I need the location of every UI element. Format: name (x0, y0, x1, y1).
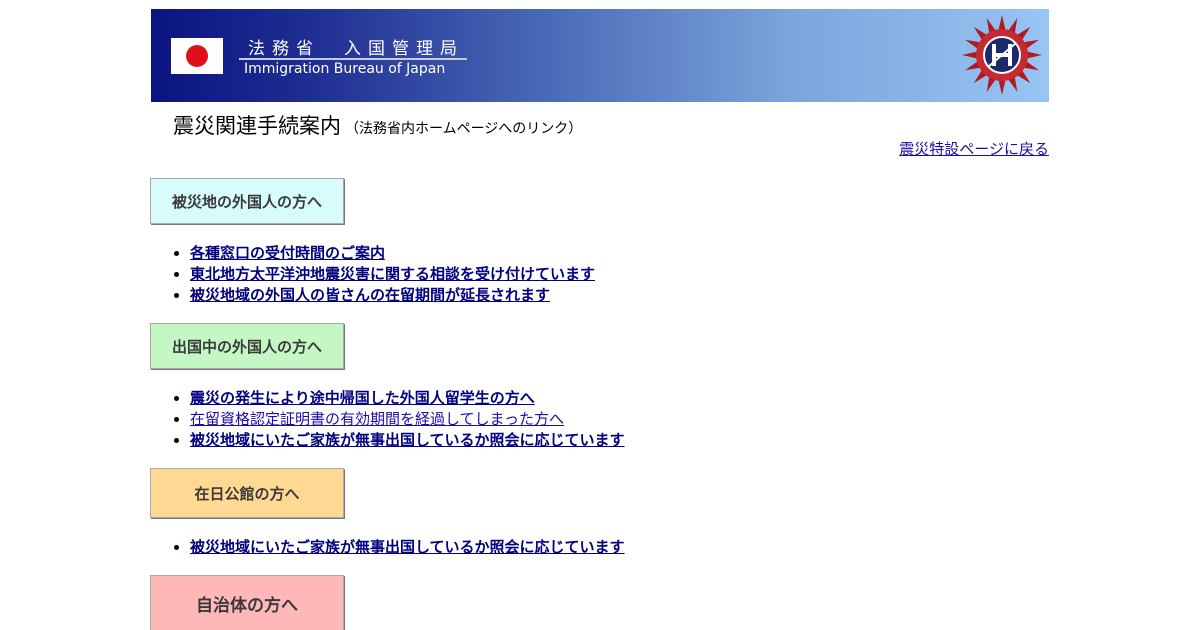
embassy-link-list: 被災地域にいたご家族が無事出国しているか照会に応じています (150, 537, 625, 558)
section-heading-embassies: 在日公館の方へ (150, 468, 344, 518)
immigration-emblem-icon (962, 15, 1042, 95)
section-heading-departed: 出国中の外国人の方へ (150, 323, 344, 369)
section-heading-local-governments: 自治体の方へ (150, 575, 344, 630)
returned-students-link[interactable]: 震災の発生により途中帰国した外国人留学生の方へ (190, 389, 535, 407)
expired-certificate-link[interactable]: 在留資格認定証明書の有効期間を経過してしまった方へ (190, 410, 564, 428)
page-title-text: 震災関連手続案内 (173, 114, 341, 138)
page-subtitle: （法務省内ホームページへのリンク） (345, 121, 583, 137)
back-to-special-page-link[interactable]: 震災特設ページに戻る (899, 138, 1049, 159)
section-heading-disaster-area: 被災地の外国人の方へ (150, 178, 344, 224)
agency-name-en: Immigration Bureau of Japan (244, 61, 446, 77)
page: 法務省 入国管理局 Immigration Bureau of Japan 震災… (0, 0, 1200, 630)
disaster-area-link-list: 各種窓口の受付時間のご案内 東北地方太平洋沖地震災害に関する相談を受け付けていま… (150, 243, 595, 306)
agency-name-ja: 法務省 入国管理局 (248, 39, 464, 59)
list-item: 在留資格認定証明書の有効期間を経過してしまった方へ (190, 409, 625, 430)
stay-extension-link[interactable]: 被災地域の外国人の皆さんの在留期間が延長されます (190, 286, 550, 304)
family-departure-inquiry-link[interactable]: 被災地域にいたご家族が無事出国しているか照会に応じています (190, 431, 625, 449)
list-item: 被災地域にいたご家族が無事出国しているか照会に応じています (190, 537, 625, 558)
list-item: 被災地域の外国人の皆さんの在留期間が延長されます (190, 285, 595, 306)
flag-sun (186, 45, 208, 67)
departed-link-list: 震災の発生により途中帰国した外国人留学生の方へ 在留資格認定証明書の有効期間を経… (150, 388, 625, 451)
list-item: 被災地域にいたご家族が無事出国しているか照会に応じています (190, 430, 625, 451)
japan-flag-icon (171, 38, 223, 74)
agency-divider (239, 58, 467, 60)
consultation-link[interactable]: 東北地方太平洋沖地震災害に関する相談を受け付けています (190, 265, 595, 283)
office-hours-link[interactable]: 各種窓口の受付時間のご案内 (190, 244, 385, 262)
embassy-family-inquiry-link[interactable]: 被災地域にいたご家族が無事出国しているか照会に応じています (190, 538, 625, 556)
list-item: 各種窓口の受付時間のご案内 (190, 243, 595, 264)
list-item: 東北地方太平洋沖地震災害に関する相談を受け付けています (190, 264, 595, 285)
page-title: 震災関連手続案内 （法務省内ホームページへのリンク） (173, 110, 582, 140)
list-item: 震災の発生により途中帰国した外国人留学生の方へ (190, 388, 625, 409)
header-banner: 法務省 入国管理局 Immigration Bureau of Japan (151, 9, 1049, 102)
